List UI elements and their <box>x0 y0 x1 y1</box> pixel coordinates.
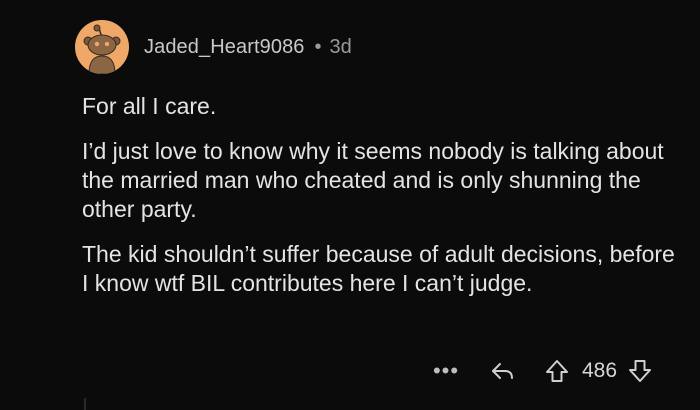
meta-separator: • <box>314 35 322 58</box>
avatar[interactable] <box>75 20 129 74</box>
reply-arrow-icon <box>492 363 513 379</box>
thread-line[interactable] <box>84 398 86 410</box>
comment-paragraph: I’d just love to know why it seems nobod… <box>82 138 664 222</box>
more-options-button[interactable]: ••• <box>432 358 460 384</box>
comment-age: 3d <box>329 35 352 58</box>
comment-paragraph: For all I care. <box>82 93 217 119</box>
comment: Jaded_Heart9086 • 3d For all I care. I’d… <box>0 0 700 410</box>
comment-paragraph: The kid shouldn’t suffer because of adul… <box>82 241 675 296</box>
upvote-arrow-icon <box>546 360 568 382</box>
vote-score: 486 <box>582 359 618 382</box>
author-username[interactable]: Jaded_Heart9086 <box>144 36 305 59</box>
upvote-button[interactable] <box>544 358 570 384</box>
comment-header: Jaded_Heart9086 • 3d <box>75 20 352 74</box>
comment-body: For all I care. I’d just love to know wh… <box>82 92 682 298</box>
snoo-avatar-icon <box>83 24 121 74</box>
downvote-button[interactable] <box>627 358 653 384</box>
downvote-arrow-icon <box>629 360 652 382</box>
reply-button[interactable] <box>490 359 516 383</box>
comment-actions: ••• 486 <box>432 354 653 388</box>
